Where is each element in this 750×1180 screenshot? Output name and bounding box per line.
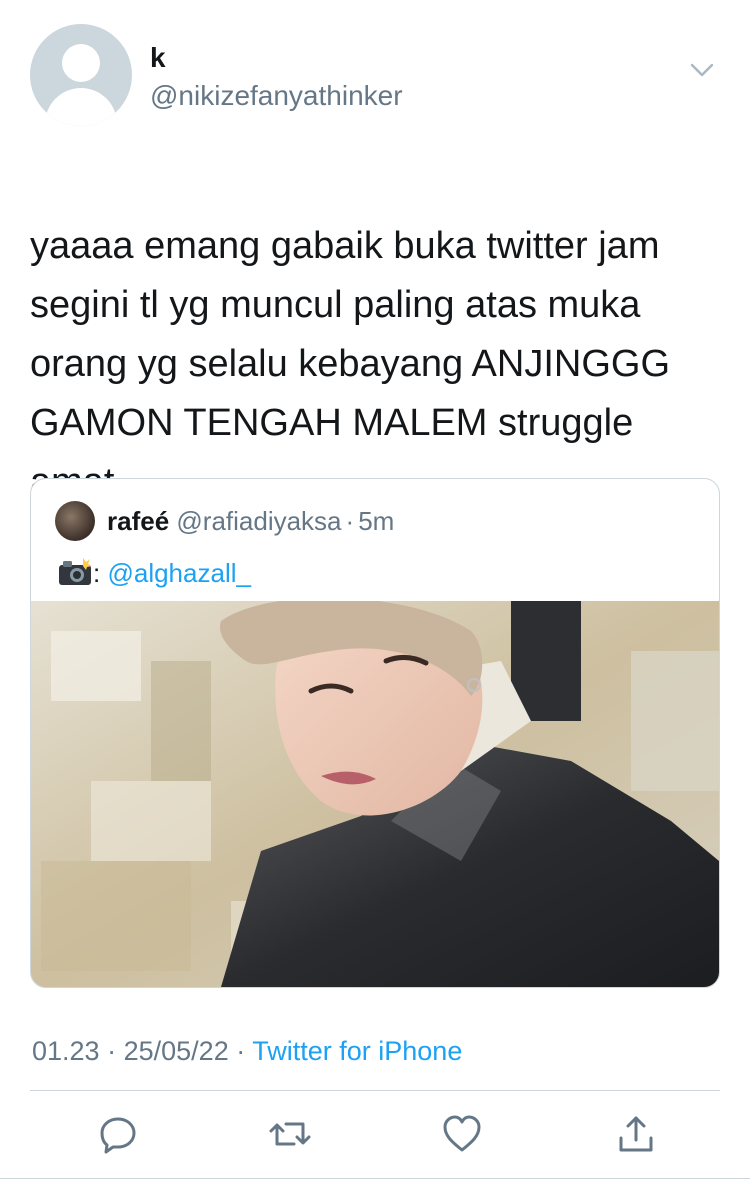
tweet-body: yaaaa emang gabaik buka twitter jam segi… [30, 225, 671, 503]
avatar-shoulders-shape [45, 88, 117, 126]
quoted-avatar[interactable] [55, 501, 95, 541]
quoted-text: : @alghazall_ [57, 557, 251, 589]
quoted-author-handle: @rafiadiyaksa [176, 506, 342, 536]
credit-prefix: : [93, 558, 101, 588]
chevron-down-icon[interactable] [688, 60, 716, 80]
share-icon[interactable] [614, 1112, 658, 1156]
tweet-source-link[interactable]: Twitter for iPhone [252, 1036, 462, 1066]
retweet-icon[interactable] [268, 1112, 312, 1156]
quoted-time: 5m [358, 506, 395, 536]
meta-separator: · [236, 1036, 246, 1066]
quoted-author-name: rafeé [107, 506, 170, 536]
quoted-separator: · [345, 506, 355, 536]
bottom-divider [0, 1178, 750, 1179]
author-name[interactable]: k [150, 42, 166, 74]
meta-separator: · [107, 1036, 117, 1066]
author-handle[interactable]: @nikizefanyathinker [150, 80, 403, 112]
quoted-tweet[interactable]: rafeé @rafiadiyaksa · 5m : @alghazall_ [30, 478, 720, 988]
tweet-meta: 01.23 · 25/05/22 · Twitter for iPhone [32, 1034, 462, 1068]
tweet-date: 25/05/22 [123, 1036, 229, 1066]
avatar[interactable] [30, 24, 132, 126]
portrait-photo[interactable] [31, 601, 719, 987]
action-bar [0, 1112, 750, 1162]
like-icon[interactable] [440, 1112, 484, 1156]
photo-illustration [31, 601, 719, 987]
quoted-header: rafeé @rafiadiyaksa · 5m [107, 505, 394, 537]
reply-icon[interactable] [96, 1112, 140, 1156]
camera-with-flash-emoji [59, 558, 92, 585]
credit-mention-link[interactable]: @alghazall_ [107, 558, 250, 588]
divider [30, 1090, 720, 1091]
tweet-time: 01.23 [32, 1036, 100, 1066]
tweet-header: k @nikizefanyathinker [30, 24, 720, 126]
avatar-head-shape [62, 44, 100, 82]
